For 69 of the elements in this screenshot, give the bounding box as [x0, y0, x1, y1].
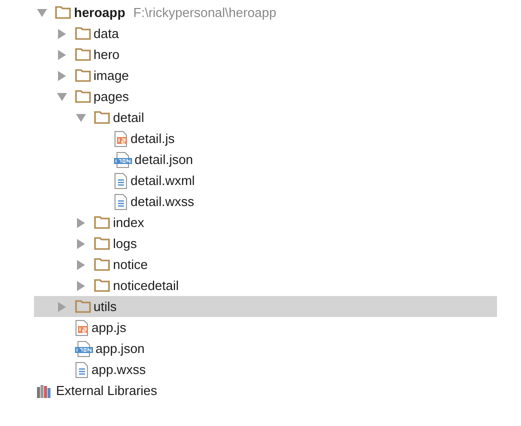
document-icon	[74, 362, 88, 378]
tree-row[interactable]: detail.wxss	[34, 191, 497, 212]
expand-arrow-icon[interactable]	[76, 112, 86, 122]
collapse-arrow-icon[interactable]	[76, 260, 86, 270]
folder-icon	[74, 90, 90, 103]
file-name: app.js	[92, 320, 126, 335]
tree-row[interactable]: notice	[34, 254, 497, 275]
folder-name: pages	[94, 89, 129, 104]
tree-row[interactable]: detail	[34, 107, 497, 128]
tree-row[interactable]: index	[34, 212, 497, 233]
library-icon	[37, 384, 53, 398]
folder-icon	[74, 300, 90, 313]
folder-icon	[74, 27, 90, 40]
folder-icon	[94, 279, 110, 292]
folder-name: image	[94, 68, 129, 83]
expand-arrow-icon[interactable]	[56, 92, 66, 102]
tree-row[interactable]: app.wxss	[34, 359, 497, 380]
tree-row[interactable]: data	[34, 23, 497, 44]
collapse-arrow-icon[interactable]	[76, 280, 86, 290]
tree-row[interactable]: detail.js	[34, 128, 497, 149]
tree-row[interactable]: image	[34, 65, 497, 86]
file-name: app.wxss	[92, 362, 146, 377]
file-name: detail.js	[130, 131, 175, 146]
tree-row[interactable]: app.js	[34, 317, 497, 338]
folder-name: logs	[113, 236, 137, 251]
collapse-arrow-icon[interactable]	[56, 302, 66, 312]
folder-icon	[74, 48, 90, 61]
folder-path: F:\rickypersonal\heroapp	[133, 5, 276, 20]
folder-name: noticedetail	[113, 278, 179, 293]
tree-row[interactable]: app.json	[34, 338, 497, 359]
json-file-icon	[74, 340, 92, 356]
tree-row[interactable]: heroapp F:\rickypersonal\heroapp	[34, 2, 497, 23]
tree-row[interactable]: logs	[34, 233, 497, 254]
folder-icon	[94, 237, 110, 250]
folder-name: index	[113, 215, 144, 230]
folder-icon	[94, 258, 110, 271]
folder-name: utils	[94, 299, 117, 314]
folder-icon	[94, 216, 110, 229]
tree-row[interactable]: detail.wxml	[34, 170, 497, 191]
tree-row[interactable]: noticedetail	[34, 275, 497, 296]
tree-row[interactable]: pages	[34, 86, 497, 107]
folder-name: heroapp	[74, 5, 126, 20]
js-file-icon	[114, 130, 128, 146]
folder-icon	[55, 6, 71, 19]
folder-name: detail	[113, 110, 144, 125]
expand-arrow-icon[interactable]	[37, 8, 47, 18]
collapse-arrow-icon[interactable]	[76, 218, 86, 228]
collapse-arrow-icon[interactable]	[56, 28, 66, 38]
file-name: detail.json	[134, 152, 194, 167]
folder-icon	[74, 69, 90, 82]
collapse-arrow-icon[interactable]	[76, 238, 86, 248]
collapse-arrow-icon[interactable]	[56, 70, 66, 80]
folder-name: hero	[94, 47, 120, 62]
folder-name: notice	[113, 257, 148, 272]
tree-row[interactable]: utils	[34, 296, 497, 317]
file-name: app.json	[96, 341, 145, 356]
file-name: detail.wxss	[130, 194, 194, 209]
json-file-icon	[114, 152, 132, 168]
library-name: External Libraries	[56, 383, 158, 398]
tree-row[interactable]: hero	[34, 44, 497, 65]
file-name: detail.wxml	[130, 173, 195, 188]
document-icon	[114, 172, 128, 188]
document-icon	[114, 194, 128, 210]
folder-name: data	[94, 26, 119, 41]
tree-row[interactable]: External Libraries	[34, 380, 497, 401]
js-file-icon	[74, 320, 88, 336]
folder-icon	[94, 111, 110, 124]
collapse-arrow-icon[interactable]	[56, 50, 66, 60]
tree-row[interactable]: detail.json	[34, 149, 497, 170]
